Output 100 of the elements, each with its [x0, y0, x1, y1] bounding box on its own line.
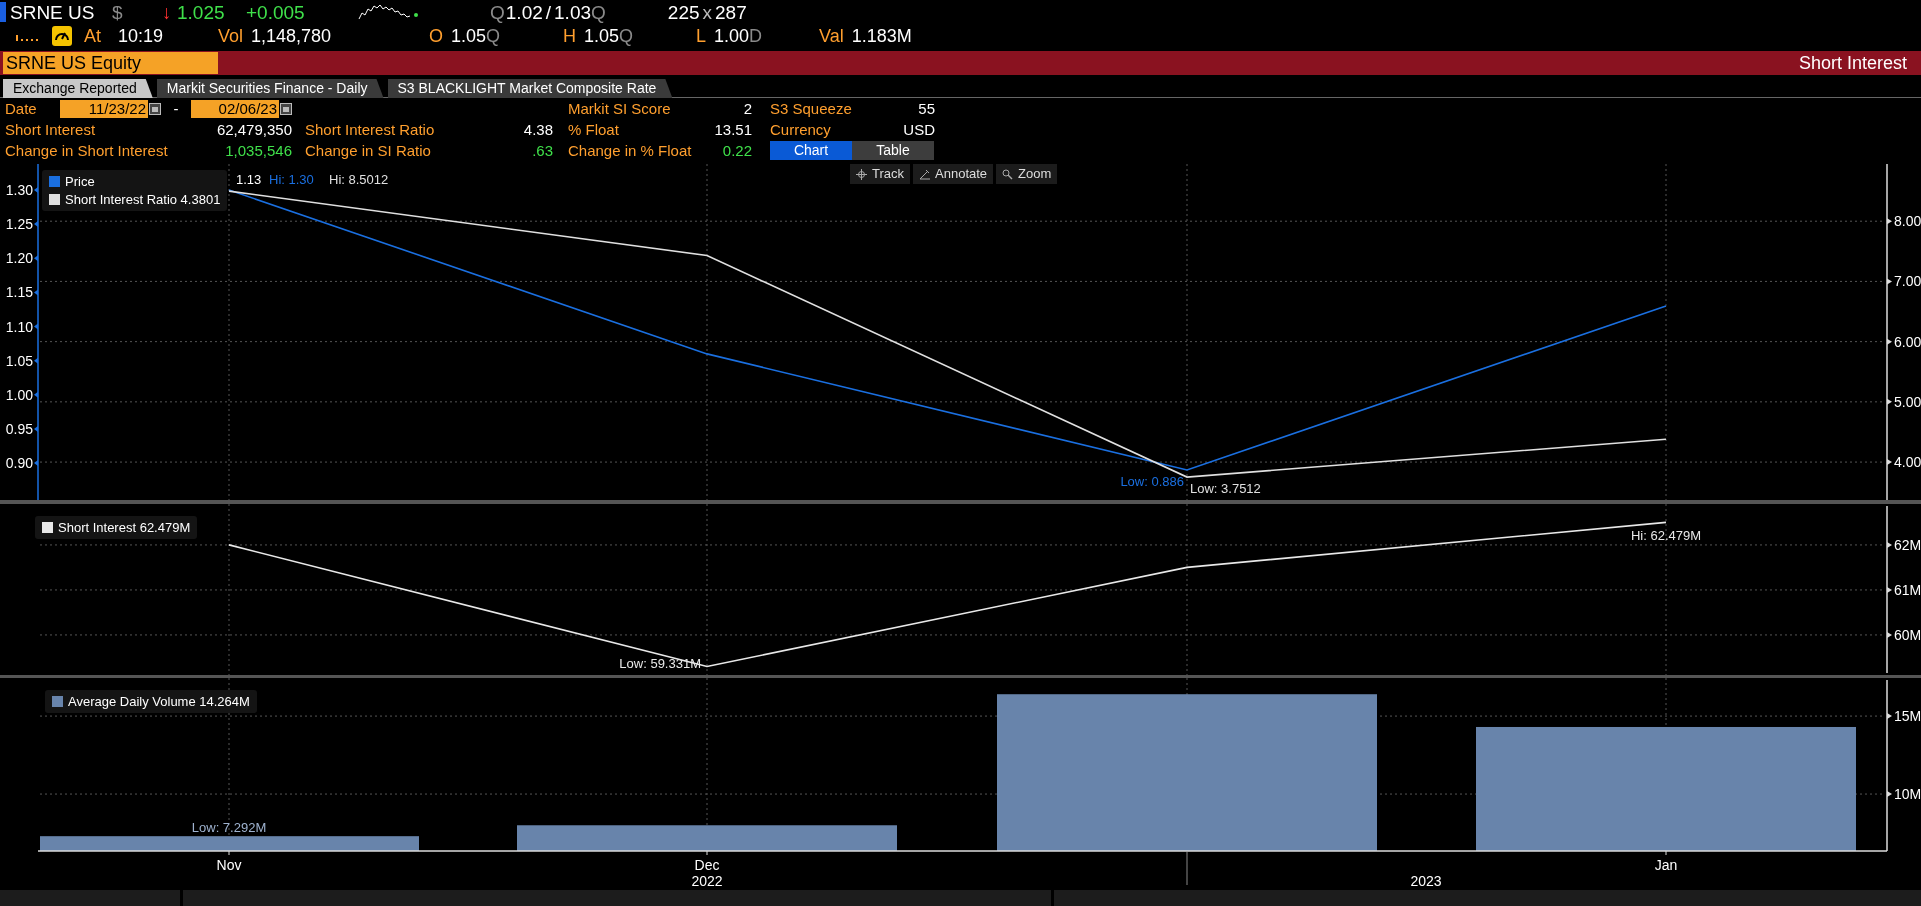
field-value: 1.00: [714, 27, 750, 45]
quote-source: Q: [490, 2, 505, 22]
axis-tick-label: 1.25: [5, 216, 33, 233]
stat-value: 0.22: [722, 141, 752, 161]
ask-size: 287: [715, 2, 747, 22]
view-toggle[interactable]: Table: [852, 141, 934, 160]
quote-source: Q: [591, 2, 606, 22]
field-value: 1.05: [451, 27, 487, 45]
legend-swatch: [52, 696, 63, 707]
stat-label: Change in % Float: [568, 141, 692, 161]
stat-value: 4.38: [523, 120, 553, 140]
date-field[interactable]: 02/06/23: [191, 99, 279, 118]
field-label: L: [696, 27, 707, 45]
stat-label: Change in SI Ratio: [305, 141, 431, 161]
annotation-label: 1.13: [236, 171, 262, 187]
stat-value: 55: [918, 99, 935, 119]
security-title[interactable]: SRNE US Equity: [3, 52, 218, 74]
field-label: O: [429, 27, 444, 45]
search-icon: [1002, 168, 1014, 180]
axis-tick-label: 4.00: [1894, 454, 1921, 471]
date-label: Date: [5, 99, 38, 119]
axis-tick-label: 7.00: [1894, 273, 1921, 290]
stat-value: .63: [532, 141, 553, 161]
ask-price: 1.03: [554, 2, 592, 22]
quote-source: Q: [486, 27, 501, 45]
source-tab[interactable]: Exchange Reported: [3, 79, 153, 98]
field-label: Val: [819, 27, 844, 45]
axis-tick-label: 0.95: [5, 421, 33, 437]
axis-tick-label: 6.00: [1894, 333, 1921, 350]
legend-swatch: [49, 176, 60, 187]
pencil-icon: [919, 168, 931, 180]
stat-label: % Float: [568, 120, 619, 140]
separator-text: x: [702, 2, 712, 22]
field-value: 1.183M: [851, 27, 912, 45]
quote-source: D: [749, 27, 763, 45]
bid-price: 1.02: [505, 2, 543, 22]
ticker-text: SRNE US: [10, 2, 96, 22]
stat-value: 62,479,350: [216, 120, 292, 140]
stat-label: S3 Squeeze: [770, 99, 852, 119]
annotation-label: Hi: 1.30: [269, 171, 314, 187]
legend-label: Price: [65, 172, 95, 191]
chart-tool-button[interactable]: Zoom: [996, 164, 1058, 184]
calendar-icon[interactable]: [280, 102, 292, 115]
view-toggle[interactable]: Chart: [770, 141, 852, 160]
axis-tick-label: 61M: [1894, 581, 1921, 598]
quote-source: Q: [619, 27, 634, 45]
axis-tick-label: 0.90: [5, 455, 33, 472]
stat-value: 2: [743, 99, 752, 119]
currency-text: $: [112, 2, 124, 22]
date-field[interactable]: 11/23/22: [60, 99, 148, 118]
stat-value: USD: [903, 120, 935, 140]
annotation-label: Low: 0.886: [1120, 473, 1184, 489]
stat-value: 1,035,546: [225, 141, 292, 161]
security-marker: [0, 2, 6, 22]
legend-label: Short Interest 62.479M: [58, 518, 191, 537]
source-tab[interactable]: Markit Securities Finance - Daily: [156, 79, 384, 98]
down-arrow-text: ↓: [162, 2, 173, 22]
separator-text: /: [545, 2, 552, 22]
axis-tick-label: 15M: [1894, 708, 1921, 725]
source-tab[interactable]: S3 BLACKLIGHT Market Composite Rate: [387, 79, 673, 98]
legend-swatch: [42, 522, 53, 533]
bid-size: 225: [667, 2, 700, 22]
separator-text: -: [172, 99, 180, 119]
axis-tick-label: 10M: [1894, 786, 1921, 803]
time-value: 10:19: [118, 27, 165, 45]
time-label: At: [84, 27, 102, 45]
field-label: Vol: [218, 27, 244, 45]
gauge-icon[interactable]: [52, 26, 72, 46]
stat-label: Short Interest Ratio: [305, 120, 435, 140]
stat-label: Currency: [770, 120, 831, 140]
year-label: 2022: [691, 873, 723, 889]
axis-tick-label: 1.15: [5, 284, 33, 301]
calendar-icon[interactable]: [149, 102, 161, 115]
field-value: 1,148,780: [251, 27, 332, 45]
field-label: H: [563, 27, 577, 45]
price-change: +0.005: [246, 2, 306, 22]
annotation-label: Low: 7.292M: [191, 820, 267, 836]
axis-tick-label: 1.00: [5, 386, 33, 403]
axis-tick-label: 62M: [1894, 536, 1921, 553]
axis-tick-label: 1.05: [5, 352, 33, 369]
legend-swatch: [49, 194, 60, 205]
axis-tick-label: 5.00: [1894, 393, 1921, 410]
crosshair-icon: [856, 168, 867, 180]
annotation-label: Low: 3.7512: [1190, 481, 1261, 497]
axis-tick-label: 1.10: [5, 318, 33, 335]
annotation-label: Hi: 62.479M: [1630, 528, 1702, 544]
year-label: 2023: [1410, 873, 1442, 889]
chart-tool-button[interactable]: Track: [850, 164, 911, 184]
chart-tool-button[interactable]: Annotate: [913, 164, 994, 184]
stat-label: Short Interest: [5, 120, 96, 140]
stat-value: 13.51: [714, 120, 752, 140]
annotation-label: Hi: 8.5012: [329, 172, 389, 188]
axis-tick-label: Jan: [1654, 857, 1678, 873]
axis-tick-label: 1.20: [5, 250, 33, 267]
function-title: Short Interest: [1798, 51, 1907, 75]
axis-tick-label: Nov: [216, 857, 242, 873]
stat-label: Markit SI Score: [568, 99, 671, 119]
axis-tick-label: 1.30: [5, 181, 33, 198]
legend-label: Average Daily Volume 14.264M: [68, 692, 250, 711]
axis-tick-label: Dec: [694, 857, 720, 873]
